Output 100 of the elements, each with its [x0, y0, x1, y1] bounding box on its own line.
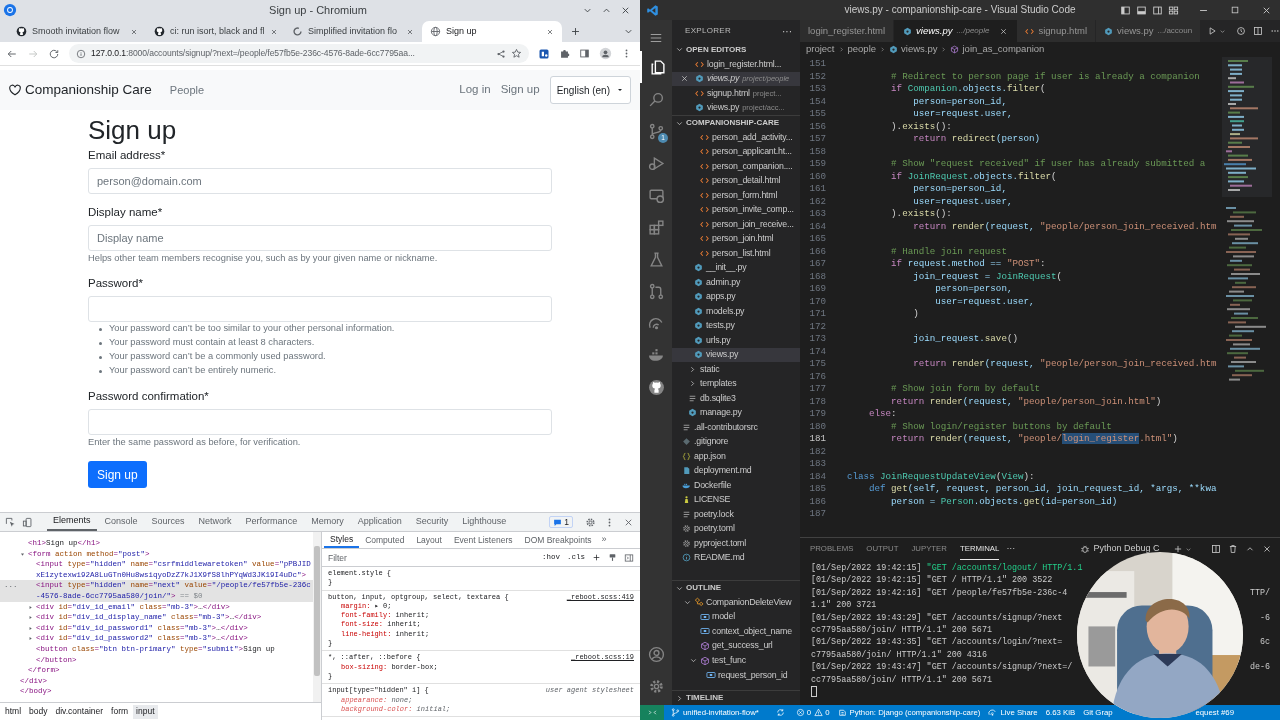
file-item[interactable]: .all-contributorsrc [694, 420, 758, 434]
file-item[interactable]: person_join_receive... [712, 217, 794, 231]
outline-item[interactable]: get_success_url [712, 639, 773, 653]
new-rule-icon[interactable] [592, 553, 601, 562]
file-item[interactable]: person_add_activity... [712, 130, 793, 144]
file-item[interactable]: person_form.html [712, 188, 778, 202]
section-header[interactable]: COMPANIONSHIP-CARE [686, 117, 780, 129]
browser-tab[interactable]: Simplified invitation flo [284, 21, 422, 42]
more-actions-button[interactable]: ··· [782, 23, 792, 39]
devtools-tab[interactable]: Performance [239, 513, 304, 531]
file-item[interactable]: poetry.lock [694, 507, 734, 521]
input-field[interactable] [88, 296, 552, 322]
reload-icon[interactable] [48, 47, 60, 60]
file-item[interactable]: models.py [706, 304, 745, 318]
file-item[interactable]: person_applicant.ht... [712, 145, 792, 159]
editor-tab[interactable]: views.py .../accoun [1096, 20, 1202, 42]
breadcrumb-item[interactable]: people [847, 42, 877, 57]
file-item[interactable]: person_join.html [712, 232, 774, 246]
chevron-icon[interactable] [688, 364, 697, 374]
expand-arrow-icon[interactable] [20, 551, 25, 557]
close-tab-icon[interactable] [999, 26, 1009, 36]
devtools-tab[interactable]: Memory [305, 513, 350, 531]
settings-icon[interactable] [585, 516, 596, 528]
file-item[interactable]: poetry.toml [694, 522, 735, 536]
extensions-icon[interactable] [559, 48, 570, 59]
open-editor-item[interactable]: signup.html [707, 86, 750, 100]
nav-link[interactable]: Log in [459, 81, 491, 99]
address-bar[interactable]: 127.0.0.1:8000/accounts/signup/?next=/people/fe57fb5e-236c-4576-8ade-6cc7795aa... [69, 44, 529, 63]
styles-tab[interactable]: Event Listeners [447, 532, 519, 548]
open-editor-item[interactable]: views.py [707, 72, 740, 86]
toggle-panel-icon[interactable] [1136, 4, 1147, 16]
scrollbar-thumb[interactable] [314, 546, 320, 676]
run-debug-icon[interactable] [647, 154, 665, 172]
section-header[interactable]: OPEN EDITORS [686, 43, 747, 56]
terminal-name[interactable]: Python Debug C [1093, 542, 1160, 556]
history-icon[interactable] [1236, 26, 1247, 36]
sidebar-toggle-icon[interactable] [624, 552, 634, 563]
docker-icon[interactable] [647, 346, 665, 364]
file-item[interactable]: urls.py [706, 333, 731, 347]
settings-icon[interactable] [647, 677, 665, 695]
section-header[interactable]: OUTLINE [686, 582, 722, 594]
file-item[interactable]: views.py [706, 348, 739, 362]
editor-tab[interactable]: login_register.html [800, 20, 895, 42]
menu-icon[interactable] [649, 31, 663, 45]
bookmark-star-icon[interactable] [511, 48, 522, 59]
device-toolbar-icon[interactable] [22, 516, 33, 528]
breadcrumb-item[interactable]: div.container [52, 704, 107, 719]
toggle-secondary-sidebar-icon[interactable] [1152, 4, 1163, 16]
browser-tab[interactable]: Smooth invitation flow [8, 21, 146, 42]
chevron-icon[interactable] [675, 45, 684, 54]
layout-icon[interactable] [1168, 4, 1179, 16]
paint-icon[interactable] [608, 553, 617, 562]
browser-tab[interactable]: ci: run isort, black and fl [146, 21, 284, 42]
flask-icon[interactable] [647, 250, 665, 268]
breadcrumb-item[interactable]: views.py [901, 42, 938, 57]
extension-icon[interactable] [538, 47, 550, 60]
share-icon[interactable] [496, 48, 506, 59]
maximize-icon[interactable] [1230, 5, 1240, 15]
input-field[interactable] [88, 409, 552, 435]
more-tabs-button[interactable]: » [597, 533, 611, 547]
search-icon[interactable] [647, 90, 665, 108]
trash-icon[interactable] [1228, 544, 1238, 554]
filter-field[interactable]: Filter [326, 550, 535, 565]
pull-request-icon[interactable] [647, 282, 665, 300]
expand-arrow-icon[interactable] [28, 604, 33, 610]
file-item[interactable]: manage.py [700, 406, 742, 420]
outline-item[interactable]: CompanionDeleteView [706, 595, 792, 609]
file-item[interactable]: .gitignore [694, 435, 729, 449]
close-tab-icon[interactable] [546, 27, 554, 36]
brand-link[interactable]: Companionship Care [25, 79, 152, 101]
close-icon[interactable] [680, 74, 689, 84]
split-editor-icon[interactable] [1253, 26, 1264, 36]
sync-icon[interactable] [775, 708, 785, 717]
close-tab-icon[interactable] [406, 27, 414, 36]
caret-icon[interactable] [1185, 545, 1192, 553]
breadcrumb-item[interactable]: input [133, 704, 158, 719]
file-item[interactable]: README.md [694, 551, 745, 565]
side-panel-icon[interactable] [579, 48, 590, 59]
breadcrumb-item[interactable]: html [2, 704, 25, 719]
file-item[interactable]: LICENSE [694, 493, 731, 507]
section-header[interactable]: TIMELINE [686, 692, 724, 704]
file-item[interactable]: __init__.py [706, 261, 747, 275]
devtools-tab[interactable]: Sources [145, 513, 191, 531]
file-item[interactable]: person_list.html [712, 246, 771, 260]
styles-tab[interactable]: Computed [359, 532, 411, 548]
file-item[interactable]: deployment.md [694, 464, 752, 478]
expand-arrow-icon[interactable] [28, 636, 33, 642]
issues-badge[interactable]: 1 [549, 516, 573, 528]
outline-item[interactable]: test_func [712, 654, 746, 668]
breadcrumb-item[interactable]: form [108, 704, 132, 719]
breadcrumb-item[interactable]: body [26, 704, 51, 719]
outline-item[interactable]: model [712, 610, 735, 624]
input-field[interactable]: person@domain.com [88, 168, 552, 194]
chevron-icon[interactable] [688, 379, 697, 389]
file-item[interactable]: tests.py [706, 319, 735, 333]
profile-icon[interactable] [599, 47, 612, 60]
styles-tab[interactable]: DOM Breakpoints [518, 532, 598, 548]
breadcrumb-item[interactable]: join_as_companion [962, 42, 1045, 57]
editor-tab[interactable]: signup.html [1017, 20, 1097, 42]
open-editor-item[interactable]: login_register.html... [707, 57, 782, 71]
